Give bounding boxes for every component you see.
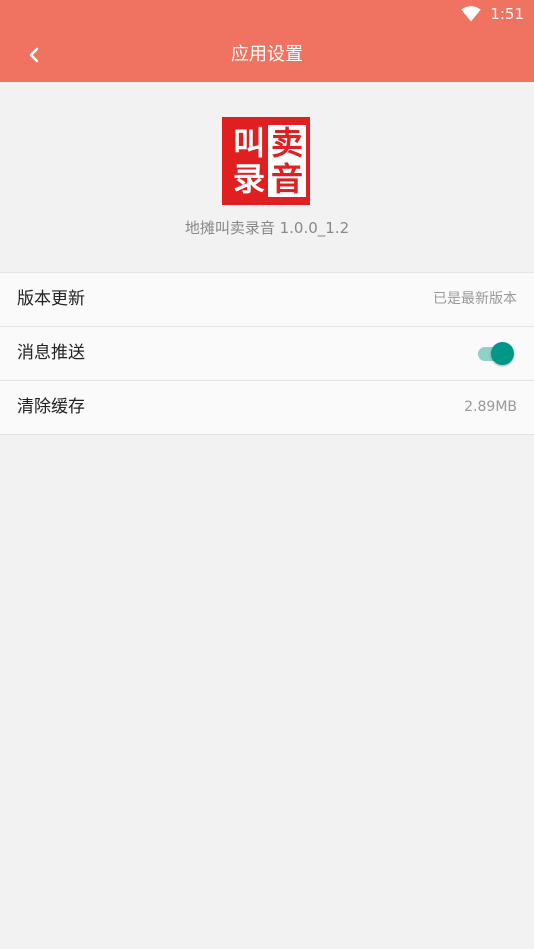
status-time: 1:51 bbox=[490, 5, 524, 23]
status-indicators: 1:51 bbox=[461, 4, 524, 24]
toggle-thumb bbox=[491, 342, 514, 365]
push-notifications-row: 消息推送 bbox=[0, 327, 534, 381]
app-info: 叫 卖 录 音 地摊叫卖录音 1.0.0_1.2 bbox=[0, 82, 534, 272]
logo-char: 叫 bbox=[230, 125, 268, 161]
clear-cache-label: 清除缓存 bbox=[17, 397, 85, 417]
app-version: 地摊叫卖录音 1.0.0_1.2 bbox=[184, 219, 350, 237]
push-notifications-toggle[interactable] bbox=[478, 342, 514, 366]
status-bar: 1:51 bbox=[0, 0, 534, 28]
cache-size-value: 2.89MB bbox=[464, 399, 517, 415]
logo-char: 音 bbox=[268, 161, 306, 197]
logo-char: 卖 bbox=[268, 125, 306, 161]
app-bar: 应用设置 bbox=[0, 28, 534, 82]
version-update-label: 版本更新 bbox=[17, 289, 85, 309]
app-logo: 叫 卖 录 音 bbox=[222, 117, 310, 205]
version-update-row[interactable]: 版本更新 已是最新版本 bbox=[0, 273, 534, 327]
back-button[interactable] bbox=[14, 35, 54, 75]
version-update-value: 已是最新版本 bbox=[433, 291, 517, 307]
push-notifications-label: 消息推送 bbox=[17, 343, 85, 363]
wifi-icon bbox=[461, 6, 482, 22]
page-title: 应用设置 bbox=[231, 44, 303, 65]
logo-inner: 叫 卖 录 音 bbox=[230, 125, 306, 197]
chevron-left-icon bbox=[29, 47, 39, 63]
settings-list: 版本更新 已是最新版本 消息推送 清除缓存 2.89MB bbox=[0, 272, 534, 435]
clear-cache-row[interactable]: 清除缓存 2.89MB bbox=[0, 381, 534, 435]
logo-char: 录 bbox=[230, 161, 268, 197]
